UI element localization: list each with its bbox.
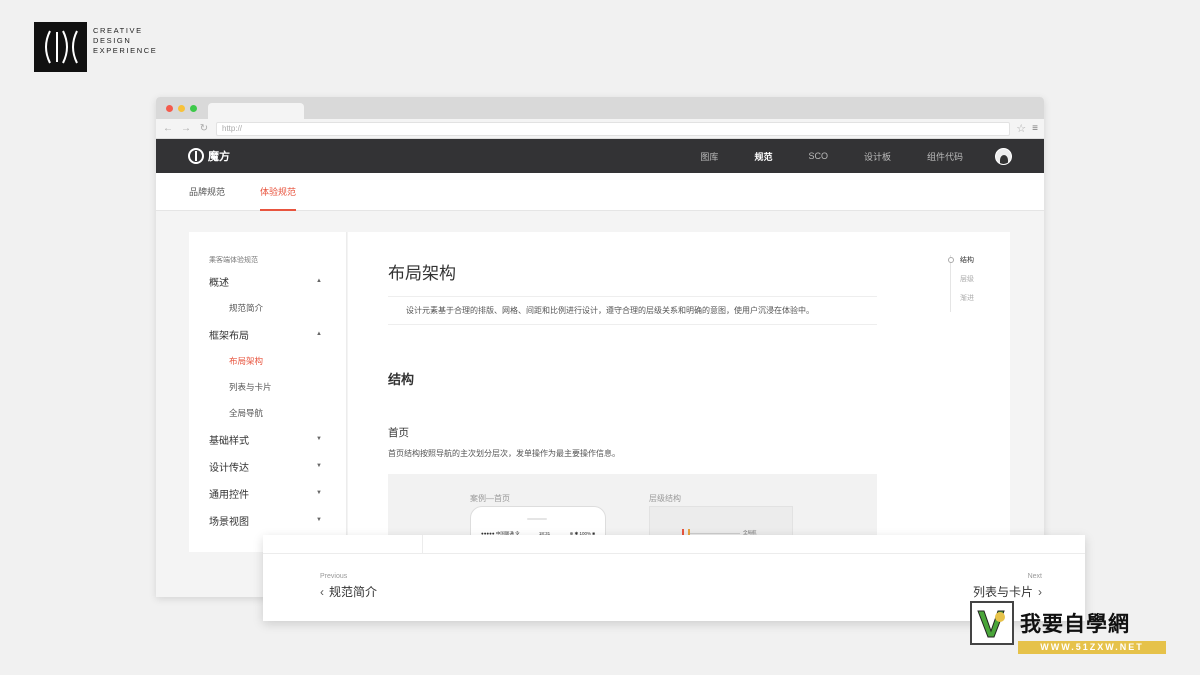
app-nav: 图库 规范 SCO 设计板 组件代码 — [682, 147, 1012, 165]
browser-tab[interactable] — [208, 103, 304, 119]
pagination-header — [263, 535, 1085, 554]
back-arrow-icon[interactable]: ← — [162, 123, 174, 134]
brand-logo: CREATIVE DESIGN EXPERIENCE — [34, 22, 157, 72]
watermark-row: 我要自學網 — [970, 601, 1168, 645]
sidebar-item-intro[interactable]: 规范简介 — [209, 298, 346, 318]
app-logo[interactable]: 魔方 — [188, 148, 230, 164]
screen: CREATIVE DESIGN EXPERIENCE ← → ↻ http://… — [0, 0, 1200, 675]
maximize-window-button[interactable] — [190, 105, 197, 112]
sub-tabs: 品牌规范 体验规范 — [156, 173, 1044, 211]
toc-item-progressive[interactable]: 渐进 — [960, 293, 974, 312]
sidebar-group-label: 概述 — [209, 277, 229, 289]
previous-title-row: ‹ 规范简介 — [320, 583, 377, 600]
brand-line: DESIGN — [93, 36, 132, 45]
nav-item-sco[interactable]: SCO — [790, 151, 846, 161]
preview-label-example: 案例—首页 — [470, 494, 510, 503]
sidebar-group-label: 框架布局 — [209, 330, 249, 342]
watermark-url: WWW.51ZXW.NET — [1018, 641, 1166, 654]
sidebar-group-label: 通用控件 — [209, 489, 249, 501]
sidebar-group-overview[interactable]: 概述 ▲ — [209, 271, 322, 291]
section-heading: 结构 — [388, 372, 415, 387]
url-input[interactable]: http:// — [216, 121, 1011, 136]
nav-item-design-board[interactable]: 设计板 — [846, 150, 909, 163]
toc-item-structure[interactable]: 结构 — [948, 255, 974, 274]
watermark-logo-icon — [970, 601, 1014, 645]
sidebar-group-basic-styles[interactable]: 基础样式 ▼ — [209, 429, 322, 449]
page-title: 布局架构 — [388, 264, 456, 283]
chevron-left-icon: ‹ — [320, 584, 324, 599]
next-page-link[interactable]: Next 列表与卡片 › — [973, 573, 1042, 600]
bookmark-star-icon[interactable]: ☆ — [1016, 122, 1026, 135]
doc-content: 布局架构 设计元素基于合理的排版、网格、间距和比例进行设计，遵守合理的层级关系和… — [348, 232, 1010, 564]
next-title: 列表与卡片 — [972, 585, 1033, 599]
browser-window: ← → ↻ http:// ☆ ≡ 魔方 图库 规范 SCO 设计板 组件代码 … — [156, 97, 1044, 597]
pagination-card: Previous ‹ 规范简介 Next 列表与卡片 › — [263, 535, 1085, 621]
chevron-up-icon: ▲ — [316, 331, 322, 337]
brand-line: EXPERIENCE — [93, 46, 158, 55]
nav-item-guidelines[interactable]: 规范 — [736, 150, 790, 163]
subsection-description: 首页结构按照导航的主次划分层次，发单操作为最主要操作信息。 — [388, 449, 620, 458]
sidebar-item-layout[interactable]: 布局架构 — [209, 351, 346, 371]
browser-menu-icon[interactable]: ≡ — [1032, 123, 1038, 134]
tab-brand-guidelines[interactable]: 品牌规范 — [189, 173, 225, 210]
previous-caption: Previous — [320, 573, 348, 580]
chevron-down-icon: ▼ — [316, 517, 322, 523]
sidebar-group-common-controls[interactable]: 通用控件 ▼ — [209, 483, 322, 503]
browser-titlebar — [156, 97, 1044, 119]
sidebar-group-design-communication[interactable]: 设计传达 ▼ — [209, 456, 322, 476]
brand-text: CREATIVE DESIGN EXPERIENCE — [93, 26, 157, 56]
sidebar-group-label: 设计传达 — [209, 462, 249, 474]
table-of-contents: 结构 层级 渐进 — [948, 255, 974, 312]
sidebar: 乘客端体验规范 概述 ▲ 规范简介 框架布局 ▲ 布局架构 列表与卡片 全局导航… — [189, 232, 347, 552]
sidebar-group-framework[interactable]: 框架布局 ▲ — [209, 324, 322, 344]
next-caption: Next — [1027, 573, 1042, 580]
close-window-button[interactable] — [166, 105, 173, 112]
next-title-row: 列表与卡片 › — [973, 583, 1042, 600]
chevron-right-icon: › — [1038, 584, 1042, 599]
page-lead: 设计元素基于合理的排版、网格、间距和比例进行设计，遵守合理的层级关系和明确的意图… — [388, 296, 877, 325]
sidebar-item-global-nav[interactable]: 全局导航 — [209, 403, 346, 423]
nav-item-component-code[interactable]: 组件代码 — [909, 150, 981, 163]
chevron-up-icon: ▲ — [316, 278, 322, 284]
nav-item-gallery[interactable]: 图库 — [682, 150, 736, 163]
preview-label-hierarchy: 层级结构 — [649, 494, 681, 503]
forward-arrow-icon[interactable]: → — [180, 123, 192, 134]
previous-title: 规范简介 — [329, 585, 378, 599]
avatar[interactable] — [995, 147, 1012, 165]
brand-mark — [34, 22, 87, 72]
watermark-v-icon — [977, 610, 1005, 638]
app-logo-text: 魔方 — [208, 151, 230, 163]
sidebar-group-label: 基础样式 — [209, 435, 249, 447]
app-logo-icon — [188, 148, 204, 164]
brand-line: CREATIVE — [93, 26, 143, 35]
chevron-down-icon: ▼ — [316, 490, 322, 496]
subsection-heading: 首页 — [388, 427, 409, 439]
divider — [422, 535, 423, 554]
previous-page-link[interactable]: Previous ‹ 规范简介 — [320, 573, 377, 600]
reload-icon[interactable]: ↻ — [198, 123, 210, 134]
tab-experience-guidelines[interactable]: 体验规范 — [260, 173, 297, 211]
diagram-guide-line — [690, 533, 740, 534]
watermark: 我要自學網 WWW.51ZXW.NET — [970, 601, 1168, 655]
sidebar-item-list-card[interactable]: 列表与卡片 — [209, 377, 346, 397]
chevron-down-icon: ▼ — [316, 463, 322, 469]
browser-toolbar: ← → ↻ http:// ☆ ≡ — [156, 119, 1044, 139]
chevron-down-icon: ▼ — [316, 436, 322, 442]
sidebar-group-scene-views[interactable]: 场景视图 ▼ — [209, 510, 322, 530]
brand-mark-icon — [44, 30, 78, 64]
sidebar-caption: 乘客端体验规范 — [209, 257, 258, 264]
watermark-text: 我要自學網 — [1020, 613, 1130, 636]
toc-item-hierarchy[interactable]: 层级 — [960, 274, 974, 293]
sidebar-group-label: 场景视图 — [209, 516, 249, 528]
phone-speaker — [527, 518, 547, 520]
minimize-window-button[interactable] — [178, 105, 185, 112]
app-header: 魔方 图库 规范 SCO 设计板 组件代码 — [156, 139, 1044, 173]
